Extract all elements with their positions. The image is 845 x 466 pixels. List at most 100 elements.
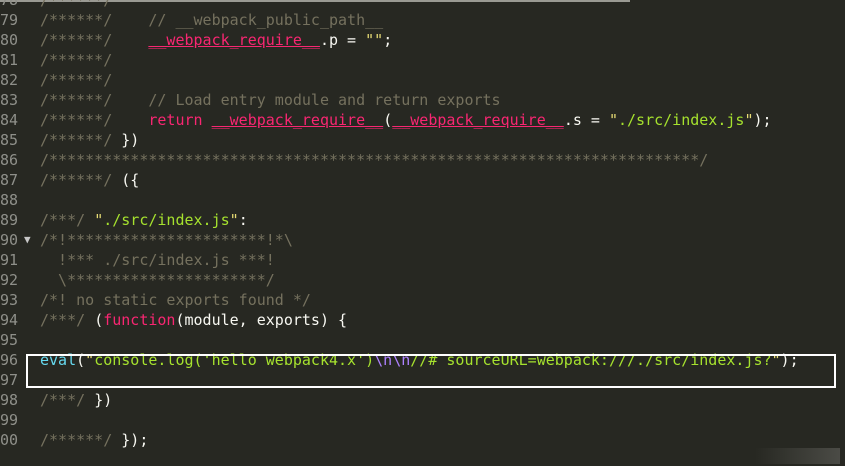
line-number: 88 <box>0 191 19 209</box>
line-number: 98 <box>0 391 19 409</box>
code-editor[interactable]: 78 /******/ 79 /******/ // __webpack_public… <box>0 0 845 466</box>
code-text: /***************************************… <box>40 150 708 170</box>
line-number: 89 <box>0 211 19 229</box>
code-text: /******/ }); <box>40 430 148 450</box>
code-line[interactable]: 81 /******/ <box>0 50 845 70</box>
code-text: \**********************/ <box>40 270 275 290</box>
code-token: ; <box>383 31 393 49</box>
code-text: !*** ./src/index.js ***! <box>40 250 275 270</box>
code-token: /*! no static exports found */ <box>40 291 311 309</box>
line-number: 79 <box>0 11 19 29</box>
code-line[interactable]: 89 /***/ "./src/index.js": <box>0 210 845 230</box>
code-text: /******/ <box>40 0 112 10</box>
code-token: }); <box>121 431 149 449</box>
code-token: /******/ <box>40 31 149 49</box>
code-token: /*!**********************!*\ <box>40 231 293 249</box>
code-line[interactable]: 80 /******/ __webpack_require__.p = ""; <box>0 30 845 50</box>
code-token: ./src/index.js <box>618 111 745 129</box>
code-token: /******/ <box>40 171 122 189</box>
code-token: /******/ <box>40 51 113 69</box>
code-token: ./src/index.js <box>103 211 230 229</box>
line-number: 99 <box>0 411 19 429</box>
line-number: 97 <box>0 371 19 389</box>
line-number: 87 <box>0 171 19 189</box>
line-number: 81 <box>0 51 19 69</box>
code-token: __webpack_require__ <box>392 111 564 129</box>
code-line[interactable]: 85 /******/ }) <box>0 130 845 150</box>
code-line[interactable]: 99 <box>0 410 845 430</box>
code-line[interactable]: 82 /******/ <box>0 70 845 90</box>
code-line[interactable]: 95 <box>0 330 845 350</box>
code-token: /******/ // Load entry module and return… <box>40 91 501 109</box>
code-line[interactable]: 94 /***/ (function(module, exports) { <box>0 310 845 330</box>
code-line[interactable]: 98 /***/ }) <box>0 390 845 410</box>
line-number: 92 <box>0 271 19 289</box>
code-token: /******/ <box>40 131 122 149</box>
code-token: (module, exports) { <box>175 311 348 329</box>
line-number: 78 <box>0 0 19 9</box>
code-token: }) <box>94 391 113 409</box>
line-number: 86 <box>0 151 19 169</box>
line-number: 95 <box>0 331 19 349</box>
code-token: /***/ <box>40 391 95 409</box>
code-line[interactable]: 93 /*! no static exports found */ <box>0 290 845 310</box>
code-token: ( <box>94 311 104 329</box>
code-token: /******/ <box>40 71 113 89</box>
fold-arrow-icon[interactable]: ▼ <box>24 230 36 250</box>
code-text: /*! no static exports found */ <box>40 290 311 310</box>
code-token: " <box>94 211 104 229</box>
code-line[interactable]: 92 \**********************/ <box>0 270 845 290</box>
line-number: 83 <box>0 91 19 109</box>
code-text: /***/ (function(module, exports) { <box>40 310 347 330</box>
code-token: /******/ // __webpack_public_path__ <box>40 11 384 29</box>
code-text: /******/ __webpack_require__.p = ""; <box>40 30 392 50</box>
code-token: \**********************/ <box>40 271 275 289</box>
code-token: .s = <box>563 111 609 129</box>
line-number: 91 <box>0 251 19 269</box>
line-number: 93 <box>0 291 19 309</box>
code-token: __webpack_require__ <box>211 111 384 129</box>
code-token: /******/ <box>40 431 122 449</box>
code-token: }) <box>121 131 140 149</box>
code-line[interactable]: 86 /*************************************… <box>0 150 845 170</box>
code-token: ); <box>753 111 772 129</box>
code-line[interactable]: 78 /******/ <box>0 0 845 10</box>
code-token: "" <box>365 31 384 49</box>
code-text: /******/ <box>40 70 112 90</box>
code-token: __webpack_require__ <box>148 31 320 49</box>
code-token: /***/ <box>40 311 95 329</box>
code-token: /******/ <box>40 0 113 9</box>
code-line[interactable]: 83 /******/ // Load entry module and retu… <box>0 90 845 110</box>
code-line[interactable]: 84 /******/ return __webpack_require__(__… <box>0 110 845 130</box>
code-line[interactable]: 88 <box>0 190 845 210</box>
watermark-smudge <box>755 448 840 464</box>
code-text: /******/ return __webpack_require__(__we… <box>40 110 772 130</box>
line-number: 80 <box>0 31 19 49</box>
code-token: ( <box>383 111 393 129</box>
code-token: .p = <box>319 31 366 49</box>
highlight-box-line-96 <box>26 354 836 388</box>
line-number: 00 <box>0 431 19 449</box>
code-line[interactable]: 79 /******/ // __webpack_public_path__ <box>0 10 845 30</box>
code-text: /******/ // Load entry module and return… <box>40 90 501 110</box>
code-token: " <box>229 211 239 229</box>
line-number: 90 <box>0 231 19 249</box>
code-line[interactable]: 87 /******/ ({ <box>0 170 845 190</box>
code-text: /***/ }) <box>40 390 112 410</box>
code-text: /******/ // __webpack_public_path__ <box>40 10 383 30</box>
code-token: /***/ <box>40 211 95 229</box>
code-token: /******/ <box>40 111 149 129</box>
line-number: 94 <box>0 311 19 329</box>
code-token: ({ <box>121 171 140 189</box>
code-line[interactable]: 90 ▼/*!**********************!*\ <box>0 230 845 250</box>
line-number: 96 <box>0 351 19 369</box>
code-token: " <box>608 111 618 129</box>
code-text: /******/ ({ <box>40 170 139 190</box>
code-token: function <box>103 311 176 329</box>
code-line[interactable]: 00 /******/ }); <box>0 430 845 450</box>
code-line[interactable]: 91 !*** ./src/index.js ***! <box>0 250 845 270</box>
code-token: return <box>148 111 203 129</box>
code-token: : <box>238 211 248 229</box>
code-text: /*!**********************!*\ <box>40 230 293 250</box>
